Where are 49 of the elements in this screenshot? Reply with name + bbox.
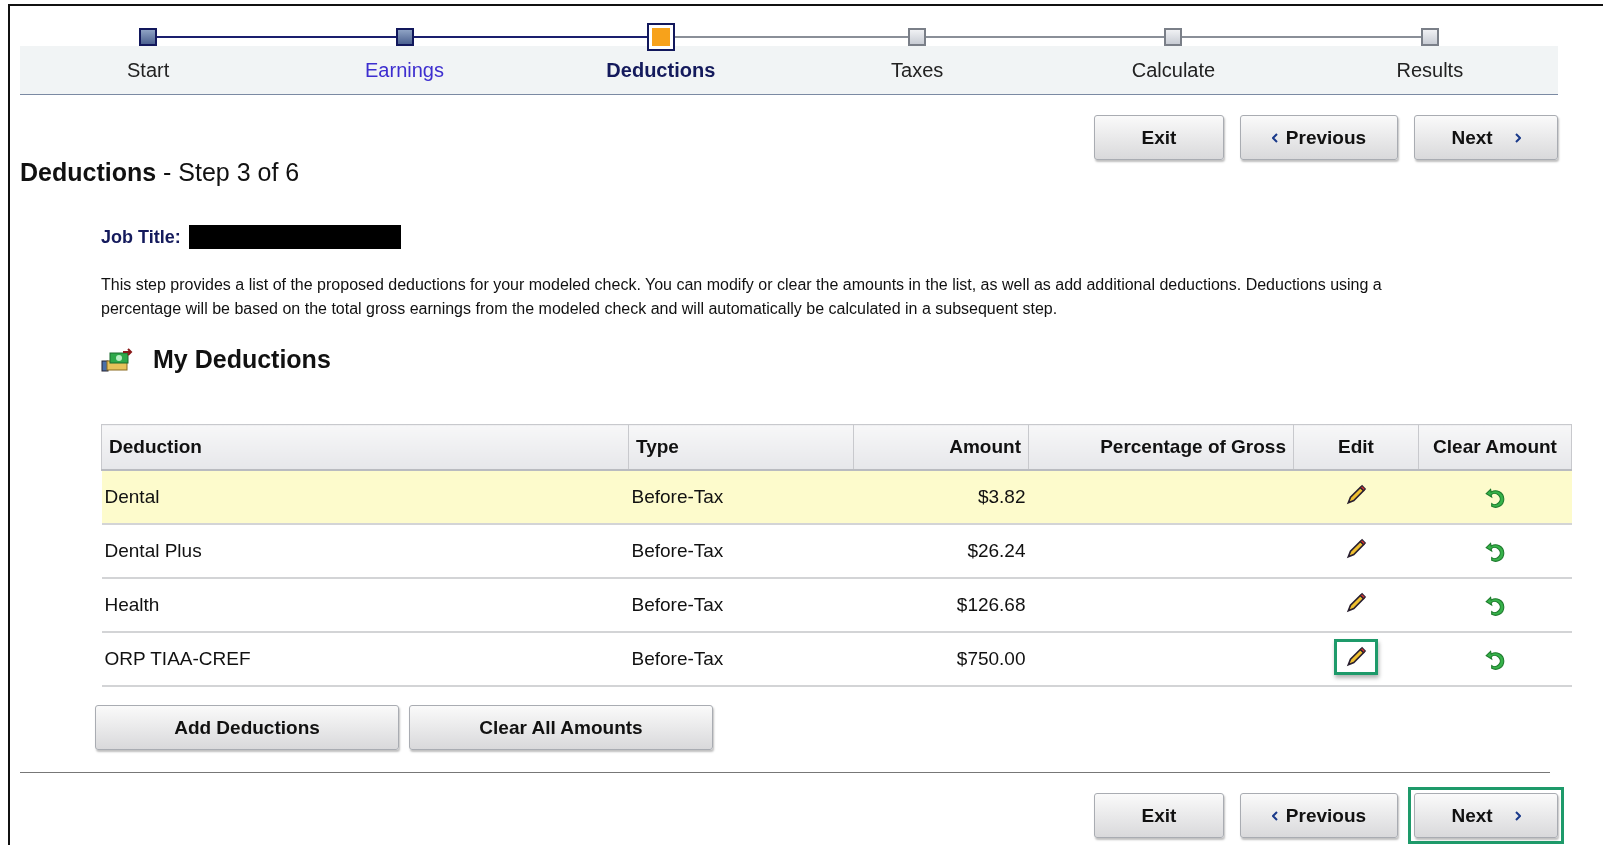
table-cell: Before-Tax [628,578,854,632]
undo-icon[interactable] [1484,594,1506,616]
undo-icon[interactable] [1484,486,1506,508]
step-label[interactable]: Earnings [365,59,444,82]
description-text: This step provides a list of the proposed deductions for your modeled check. You can modify or clear the amounts in the list, as well as add additional deductions. Deductions using a percentage will be based on the total gross earnings from the modeled check and will automatically be calculated in a subsequent step. [101,275,1383,319]
table-cell: $750.00 [853,632,1029,686]
step-label: Results [1396,59,1464,82]
table-cell: Before-Tax [628,632,854,686]
pencil-icon[interactable] [1345,591,1367,614]
previous-button[interactable]: Previous [1240,115,1398,160]
table-cell: Before-Tax [628,470,854,524]
column-header: Clear Amount [1418,424,1572,470]
next-button[interactable]: Next [1414,115,1558,160]
chevron-left-icon [1271,132,1278,143]
exit-button[interactable]: Exit [1094,793,1224,838]
pencil-icon[interactable] [1345,537,1367,560]
previous-button[interactable]: Previous [1240,793,1398,838]
step-label: Calculate [1131,59,1216,82]
undo-icon[interactable] [1484,540,1506,562]
pencil-icon[interactable] [1345,645,1367,668]
table-cell: Dental [101,470,629,524]
column-header: Type [628,424,854,470]
chevron-right-icon [1514,132,1521,143]
table-cell: $126.68 [853,578,1029,632]
pencil-icon[interactable] [1345,483,1367,506]
column-header: Amount [853,424,1029,470]
section-title: My Deductions [153,345,331,374]
column-header: Deduction [101,424,629,470]
table-cell: $3.82 [853,470,1029,524]
next-button[interactable]: Next [1414,793,1558,838]
step-label: Deductions [606,59,716,82]
column-header: Edit [1293,424,1419,470]
table-cell: Dental Plus [101,524,629,578]
add-deductions-button[interactable]: Add Deductions [95,705,399,750]
table-cell: Before-Tax [628,524,854,578]
step-label: Taxes [891,59,944,82]
clear-all-button[interactable]: Clear All Amounts [409,705,713,750]
chevron-right-icon [1514,810,1521,821]
undo-icon[interactable] [1484,648,1506,670]
money-folder-icon [101,346,133,373]
chevron-left-icon [1271,810,1278,821]
exit-button[interactable]: Exit [1094,115,1224,160]
page-title: Deductions - Step 3 of 6 [20,158,301,187]
table-cell: ORP TIAA-CREF [101,632,629,686]
job-title-label: Job Title: [101,226,181,248]
step-label: Start [127,59,170,82]
table-cell: $26.24 [853,524,1029,578]
column-header: Percentage of Gross [1028,424,1294,470]
table-cell: Health [101,578,629,632]
